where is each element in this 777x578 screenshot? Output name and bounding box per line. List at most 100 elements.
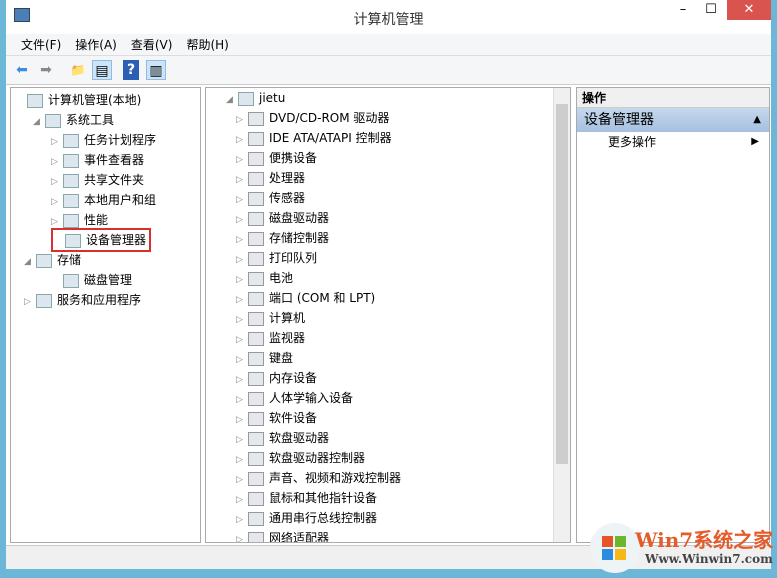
expand-icon[interactable]: ▷	[236, 230, 248, 250]
device-category-label: 软件设备	[269, 411, 318, 425]
expand-icon[interactable]: ▷	[236, 190, 248, 210]
device-category[interactable]: ▷ 打印队列	[236, 248, 317, 268]
tree-item[interactable]: ▷ 事件查看器	[51, 150, 144, 170]
expand-icon[interactable]: ▷	[236, 390, 248, 410]
tree-item-label: 计算机管理(本地)	[48, 93, 142, 107]
device-icon	[248, 111, 264, 126]
device-icon	[248, 311, 264, 326]
scrollbar[interactable]	[553, 88, 570, 542]
tree-item[interactable]: ▷ 任务计划程序	[51, 130, 156, 150]
device-category[interactable]: ▷ DVD/CD-ROM 驱动器	[236, 108, 389, 128]
tree-item[interactable]: ◢ 系统工具	[33, 110, 114, 130]
expand-icon[interactable]: ▷	[236, 130, 248, 150]
expand-icon[interactable]: ◢	[33, 112, 45, 132]
forward-icon[interactable]: ➡	[36, 60, 56, 80]
device-category[interactable]: ▷ 通用串行总线控制器	[236, 508, 377, 528]
device-category-label: 键盘	[269, 351, 294, 365]
tree-item-label: 共享文件夹	[84, 173, 145, 187]
expand-icon[interactable]: ▷	[236, 370, 248, 390]
device-category[interactable]: ▷ 声音、视频和游戏控制器	[236, 468, 401, 488]
tree-item[interactable]: 计算机管理(本地)	[15, 90, 141, 110]
device-category[interactable]: ▷ 监视器	[236, 328, 305, 348]
device-category[interactable]: ▷ 网络适配器	[236, 528, 329, 542]
device-category[interactable]: ▷ 人体学输入设备	[236, 388, 353, 408]
minimize-button[interactable]: –	[670, 0, 696, 20]
expand-icon[interactable]: ▷	[236, 310, 248, 330]
expand-icon[interactable]: ▷	[236, 450, 248, 470]
expand-icon[interactable]: ▷	[236, 350, 248, 370]
expand-icon[interactable]: ▷	[51, 192, 63, 212]
tree-item[interactable]: ◢ 存储	[24, 250, 81, 270]
device-category[interactable]: ▷ 便携设备	[236, 148, 317, 168]
device-category[interactable]: ▷ 键盘	[236, 348, 293, 368]
collapse-icon[interactable]: ▲	[753, 108, 761, 132]
help-icon[interactable]: ?	[123, 60, 139, 80]
device-category[interactable]: ▷ 存储控制器	[236, 228, 329, 248]
device-category-label: 处理器	[269, 171, 306, 185]
tree-item[interactable]: ▷ 本地用户和组	[51, 190, 156, 210]
up-folder-icon[interactable]: 📁	[68, 60, 88, 80]
expand-icon[interactable]: ▷	[236, 330, 248, 350]
device-icon	[248, 251, 264, 266]
expand-icon[interactable]: ◢	[24, 252, 36, 272]
device-category[interactable]: ▷ 计算机	[236, 308, 305, 328]
expand-icon[interactable]: ▷	[236, 250, 248, 270]
expand-icon[interactable]: ▷	[236, 510, 248, 530]
section-label: 设备管理器	[584, 112, 654, 128]
more-actions[interactable]: 更多操作 ▶	[577, 132, 769, 152]
device-category[interactable]: ▷ 处理器	[236, 168, 305, 188]
expand-icon[interactable]: ▷	[236, 430, 248, 450]
actions-header: 操作	[577, 88, 769, 108]
show-action-pane-icon[interactable]: ▥	[146, 60, 166, 80]
expand-icon[interactable]: ▷	[236, 410, 248, 430]
actions-section-device-manager[interactable]: 设备管理器 ▲	[577, 108, 769, 132]
device-category[interactable]: ▷ 软盘驱动器控制器	[236, 448, 365, 468]
tree-item[interactable]: ▷ 服务和应用程序	[24, 290, 141, 310]
expand-icon[interactable]: ▷	[51, 172, 63, 192]
menu-file[interactable]: 文件(F)	[14, 34, 68, 56]
device-category-label: DVD/CD-ROM 驱动器	[269, 111, 390, 125]
device-category[interactable]: ▷ 鼠标和其他指针设备	[236, 488, 377, 508]
more-actions-label: 更多操作	[608, 135, 657, 149]
device-category-label: 电池	[269, 271, 294, 285]
expand-icon[interactable]: ▷	[236, 150, 248, 170]
device-category[interactable]: ▷ 软盘驱动器	[236, 428, 329, 448]
device-category[interactable]: ▷ 软件设备	[236, 408, 317, 428]
expand-icon[interactable]: ▷	[236, 210, 248, 230]
back-icon[interactable]: ⬅	[12, 60, 32, 80]
device-category[interactable]: ▷ 电池	[236, 268, 293, 288]
show-console-tree-icon[interactable]: ▤	[92, 60, 112, 80]
device-category[interactable]: ▷ 内存设备	[236, 368, 317, 388]
expand-icon[interactable]: ▷	[236, 110, 248, 130]
device-category[interactable]: ▷ IDE ATA/ATAPI 控制器	[236, 128, 392, 148]
expand-icon[interactable]: ▷	[236, 270, 248, 290]
tree-item[interactable]: ▷ 共享文件夹	[51, 170, 144, 190]
expand-icon[interactable]: ◢	[226, 90, 238, 110]
menu-view[interactable]: 查看(V)	[124, 34, 180, 56]
menu-help[interactable]: 帮助(H)	[179, 34, 235, 56]
device-category-label: 软盘驱动器控制器	[269, 451, 366, 465]
tree-item-label: 性能	[84, 213, 109, 227]
device-icon	[248, 191, 264, 206]
expand-icon[interactable]: ▷	[236, 530, 248, 542]
expand-icon[interactable]: ▷	[51, 152, 63, 172]
tree-item[interactable]: ▷ 性能	[51, 210, 108, 230]
device-category-label: 磁盘驱动器	[269, 211, 330, 225]
maximize-button[interactable]: ☐	[698, 0, 724, 20]
expand-icon[interactable]: ▷	[236, 470, 248, 490]
device-category[interactable]: ▷ 传感器	[236, 188, 305, 208]
scroll-thumb[interactable]	[556, 104, 568, 464]
expand-icon[interactable]: ▷	[24, 292, 36, 312]
expand-icon[interactable]: ▷	[51, 132, 63, 152]
device-category[interactable]: ▷ 磁盘驱动器	[236, 208, 329, 228]
tree-item[interactable]: 磁盘管理	[51, 270, 132, 290]
expand-icon[interactable]: ▷	[236, 490, 248, 510]
close-button[interactable]: ✕	[727, 0, 771, 20]
device-tree-root[interactable]: ◢ jietu	[226, 88, 285, 108]
device-category[interactable]: ▷ 端口 (COM 和 LPT)	[236, 288, 375, 308]
expand-icon[interactable]: ▷	[236, 170, 248, 190]
window-title: 计算机管理	[353, 12, 424, 28]
menu-action[interactable]: 操作(A)	[68, 34, 124, 56]
tree-item[interactable]: 设备管理器	[51, 228, 152, 252]
expand-icon[interactable]: ▷	[236, 290, 248, 310]
